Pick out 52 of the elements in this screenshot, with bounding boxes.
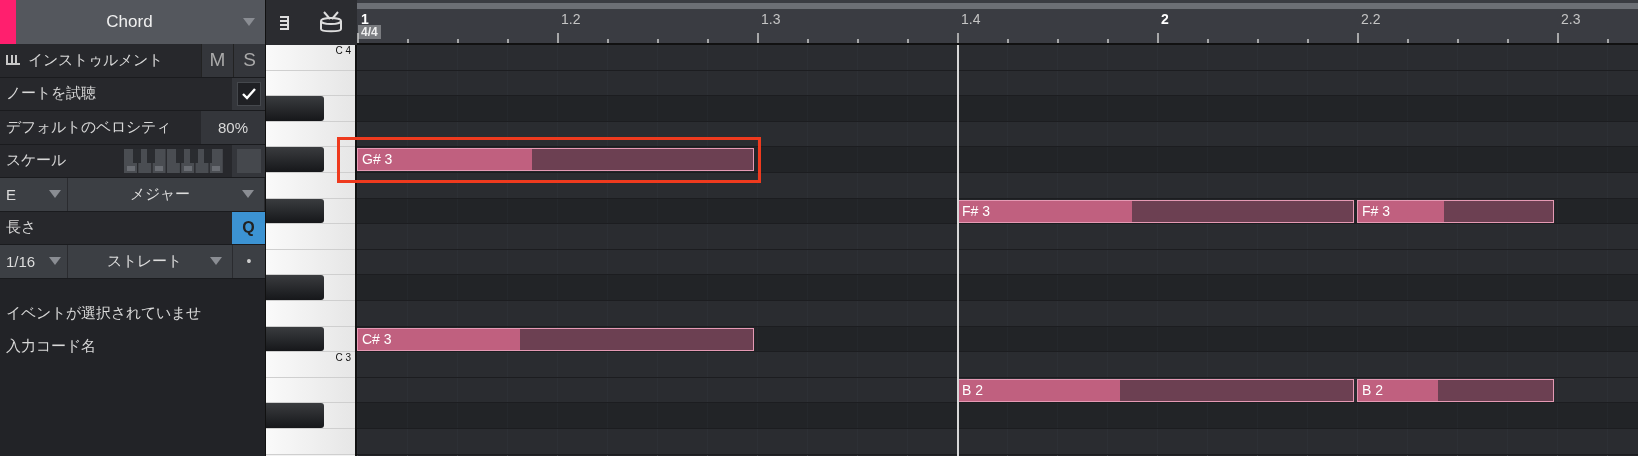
- quantize-button[interactable]: Q: [232, 211, 265, 244]
- ruler-label: 2: [1160, 11, 1169, 27]
- piano-key[interactable]: [266, 326, 355, 353]
- caret-icon: [49, 257, 61, 266]
- piano-key[interactable]: [266, 403, 355, 429]
- piano-key[interactable]: [266, 198, 355, 225]
- note[interactable]: F# 3: [1357, 199, 1554, 223]
- note[interactable]: B 2: [1357, 378, 1554, 402]
- piano-key[interactable]: [266, 96, 355, 122]
- key-label: C 4: [335, 45, 351, 56]
- chord-name-label: 入力コード名: [6, 336, 97, 356]
- solo-button[interactable]: S: [233, 44, 265, 77]
- audition-label: ノートを試聴: [5, 84, 97, 104]
- piano-key[interactable]: C 3: [266, 352, 355, 378]
- ruler-label: 1: [360, 11, 369, 27]
- caret-icon: [242, 190, 254, 199]
- note[interactable]: B 2: [957, 378, 1354, 402]
- sharp-key[interactable]: [266, 326, 324, 352]
- piano-key[interactable]: [266, 147, 355, 173]
- list-icon[interactable]: [279, 14, 292, 31]
- velocity-field[interactable]: 80%: [201, 111, 265, 144]
- piano-key[interactable]: [266, 70, 355, 97]
- note[interactable]: C# 3: [357, 327, 754, 351]
- key-label: C 3: [335, 352, 351, 364]
- scale-label: スケール: [5, 151, 67, 171]
- piano-key[interactable]: [266, 275, 355, 301]
- ruler-label: 1.4: [960, 11, 981, 27]
- piano-key[interactable]: [266, 377, 355, 404]
- time-signature: 4/4: [358, 25, 381, 39]
- status-text: イベントが選択されていませ: [6, 303, 202, 323]
- caret-icon: [243, 18, 255, 26]
- ruler-label: 2.2: [1360, 11, 1381, 27]
- drum-icon[interactable]: [317, 10, 344, 35]
- note[interactable]: F# 3: [957, 199, 1354, 223]
- ruler-label: 1.2: [560, 11, 581, 27]
- instrument-label: インストゥルメント: [28, 50, 164, 70]
- velocity-label: デフォルトのベロシティ: [5, 117, 172, 137]
- piano-key[interactable]: [266, 249, 355, 276]
- ruler-label: 2.3: [1560, 11, 1581, 27]
- length-label: 長さ: [5, 218, 37, 238]
- sharp-key[interactable]: [266, 198, 324, 224]
- audition-checkbox[interactable]: [236, 81, 261, 106]
- caret-icon: [49, 190, 61, 199]
- mute-button[interactable]: M: [201, 44, 233, 77]
- check-icon: [240, 86, 257, 101]
- note[interactable]: G# 3: [357, 148, 754, 172]
- track-header[interactable]: Chord: [0, 0, 265, 44]
- track-title: Chord: [105, 12, 154, 32]
- piano-icon: [6, 55, 20, 66]
- piano-key[interactable]: C 4: [266, 45, 355, 71]
- caret-icon: [210, 257, 222, 266]
- ruler-label: 1.3: [760, 11, 781, 27]
